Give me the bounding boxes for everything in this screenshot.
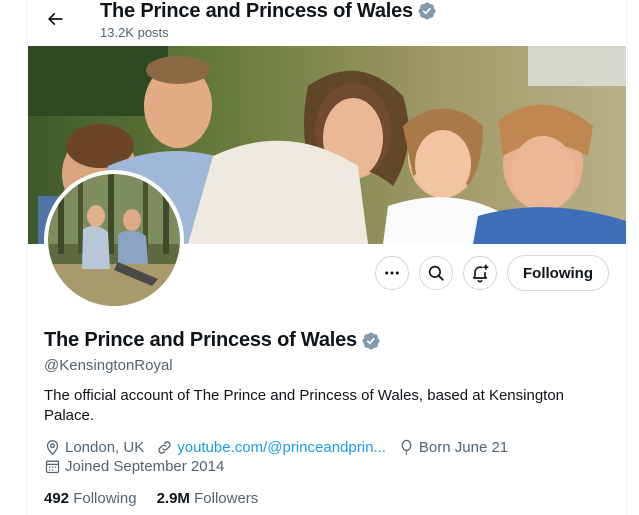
more-button[interactable]: [375, 256, 409, 290]
following-count: 492: [44, 490, 70, 507]
header-title: The Prince and Princess of Wales: [100, 0, 437, 23]
profile-bio: The official account of The Prince and P…: [44, 387, 565, 424]
following-label: Following: [73, 490, 137, 507]
link-icon: [158, 441, 171, 454]
right-border: [627, 0, 628, 515]
calendar-icon: [45, 460, 60, 474]
search-button[interactable]: [419, 256, 453, 290]
back-button[interactable]: [42, 6, 68, 32]
balloon-icon: [401, 439, 412, 456]
followers-count: 2.9M: [156, 490, 190, 507]
verified-badge-icon: [417, 1, 437, 21]
location-text: London, UK: [65, 439, 145, 456]
location-pin-icon: [46, 440, 59, 456]
followers-label: Followers: [194, 490, 259, 507]
website-link[interactable]: youtube.com/@princeandprin...: [177, 439, 386, 456]
following-button[interactable]: Following: [507, 255, 609, 291]
verified-badge-icon[interactable]: [361, 331, 381, 351]
more-icon: [385, 271, 399, 275]
bell-plus-icon: [472, 264, 489, 283]
profile-display-name: The Prince and Princess of Wales: [44, 329, 381, 352]
profile-handle: @KensingtonRoyal: [44, 357, 173, 374]
profile-avatar[interactable]: [44, 170, 184, 310]
notifications-button[interactable]: [463, 256, 497, 290]
post-count: 13.2K posts: [100, 25, 169, 40]
birthday-text: Born June 21: [418, 439, 509, 456]
website-item[interactable]: youtube.com/@princeandprin...: [156, 439, 386, 456]
profile-meta-row-1: London, UK youtube.com/@princeandprin...…: [44, 439, 520, 456]
followers-count-link[interactable]: 2.9M Followers: [157, 490, 259, 507]
birthday-item: Born June 21: [398, 439, 508, 456]
follow-counts: 492 Following 2.9M Followers: [44, 490, 278, 507]
header-name: The Prince and Princess of Wales: [100, 0, 413, 22]
profile-header: The Prince and Princess of Wales 13.2K p…: [28, 0, 627, 46]
joined-text: Joined September 2014: [65, 458, 225, 475]
display-name-text: The Prince and Princess of Wales: [44, 329, 357, 351]
profile-meta-row-2: Joined September 2014: [44, 458, 236, 475]
search-icon: [428, 265, 444, 281]
arrow-left-icon: [47, 12, 63, 26]
following-count-link[interactable]: 492 Following: [44, 490, 137, 507]
joined-item: Joined September 2014: [44, 458, 224, 475]
location-item: London, UK: [44, 439, 144, 456]
